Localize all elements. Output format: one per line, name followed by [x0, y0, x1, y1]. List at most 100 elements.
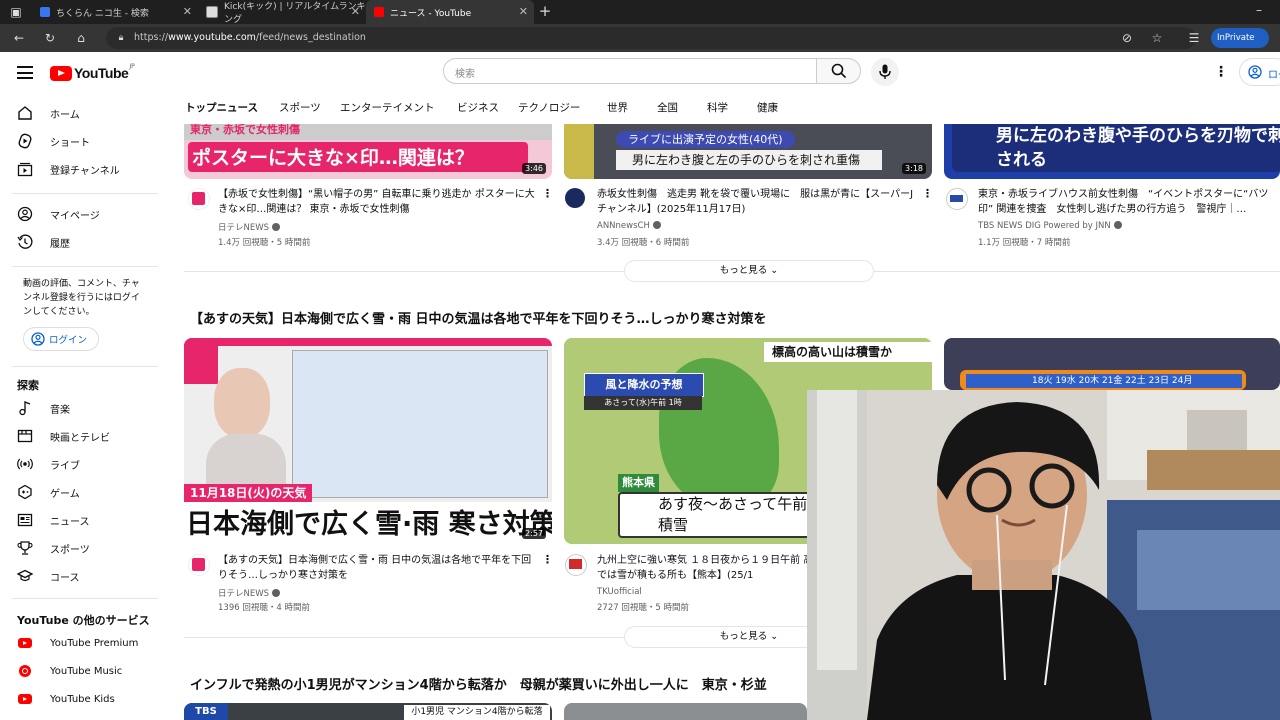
video-thumbnail[interactable]: TBS 小1男児 マンション4階から転落: [184, 703, 552, 720]
video-menu-icon[interactable]: ⋮: [922, 187, 933, 200]
channel-name[interactable]: TKUofficial: [597, 587, 642, 597]
sidebar-login-button[interactable]: ログイン: [23, 327, 99, 351]
new-tab-icon[interactable]: +: [538, 4, 552, 19]
sidebar-item-label: ニュース: [50, 516, 90, 528]
login-label: ログイン: [49, 335, 88, 346]
chip-entertainment[interactable]: エンターテイメント: [340, 100, 435, 115]
section-title[interactable]: インフルで発熱の小1男児がマンション4階から転落か 母親が薬買いに外出し一人に …: [190, 674, 767, 693]
sidebar-item-subscriptions[interactable]: 登録チャンネル: [0, 155, 166, 183]
chip-sports[interactable]: スポーツ: [279, 100, 321, 115]
video-title[interactable]: 【赤坂で女性刺傷】“黒い帽子の男” 自転車に乗り逃走か ポスターに大きな×印…関…: [218, 187, 538, 217]
verified-icon: [1113, 221, 1122, 229]
voice-search-button[interactable]: [871, 58, 899, 86]
video-thumbnail[interactable]: 11月18日(火)の天気 日本海側で広く雪·雨 寒さ対策を 2:57: [184, 338, 552, 544]
sidebar-divider: [12, 366, 158, 367]
sidebar-item-history[interactable]: 履歴: [0, 228, 166, 256]
refresh-icon[interactable]: ↻: [43, 31, 57, 45]
browser-address-bar: ← ↻ ⌂ 🔒︎ https://www.youtube.com/feed/ne…: [0, 24, 1280, 52]
tracking-prevention-icon[interactable]: ⊘: [1120, 31, 1134, 45]
video-thumbnail[interactable]: [564, 703, 807, 720]
account-circle-icon: [31, 332, 45, 346]
chip-top-news[interactable]: トップニュース: [185, 100, 258, 115]
sidebar-item-youtube-music[interactable]: YouTube Music: [0, 657, 166, 685]
sidebar-item-label: ホーム: [50, 109, 80, 121]
channel-name[interactable]: ANNnewsCH: [597, 221, 661, 231]
video-menu-icon[interactable]: ⋮: [542, 553, 553, 566]
back-icon[interactable]: ←: [12, 31, 26, 45]
video-thumbnail[interactable]: 東京・赤坂で女性刺傷 ポスターに大きな×印…関連は？ 3:46: [184, 124, 552, 179]
more-options-icon[interactable]: ⋮: [1214, 64, 1228, 80]
collections-icon[interactable]: ☰: [1187, 31, 1201, 45]
channel-avatar-tku[interactable]: [565, 554, 587, 576]
youtube-premium-icon: [17, 635, 33, 651]
webcam-overlay: [807, 390, 1280, 720]
shorts-icon: [17, 133, 33, 149]
browser-tab-search[interactable]: ちくらん ニコ生 - 検索 ✕: [32, 0, 198, 24]
home-button-icon[interactable]: ⌂: [74, 31, 88, 45]
sidebar-item-mypage[interactable]: マイページ: [0, 200, 166, 228]
sidebar-item-live[interactable]: ライブ: [0, 450, 166, 478]
chip-world[interactable]: 世界: [607, 100, 628, 115]
sidebar-item-gaming[interactable]: ゲーム: [0, 478, 166, 506]
channel-name[interactable]: TBS NEWS DIG Powered by JNN: [978, 221, 1122, 231]
search-button[interactable]: [816, 58, 861, 84]
show-more-button[interactable]: もっと見る ⌄: [624, 260, 874, 282]
webcam-image: [807, 390, 1280, 720]
thumbnail-headline: 男に左わき腹と左の手のひらを刺され重傷: [616, 150, 882, 170]
chip-business[interactable]: ビジネス: [457, 100, 499, 115]
sidebar-item-label: 履歴: [50, 238, 70, 250]
sidebar-item-home[interactable]: ホーム: [0, 99, 166, 127]
video-thumbnail[interactable]: 18火 19水 20木 21金 22土 23日 24月: [944, 338, 1280, 390]
browser-tab-youtube[interactable]: ニュース - YouTube ✕: [366, 0, 534, 24]
favorite-star-icon[interactable]: ☆: [1150, 31, 1164, 45]
channel-name[interactable]: 日テレNEWS: [218, 587, 281, 599]
video-menu-icon[interactable]: ⋮: [542, 187, 553, 200]
browser-tab-kick[interactable]: Kick(キック) | リアルタイムランキング ✕: [198, 0, 366, 25]
chip-health[interactable]: 健康: [757, 100, 778, 115]
video-duration: 2:57: [522, 528, 546, 539]
chip-technology[interactable]: テクノロジー: [518, 100, 580, 115]
tab-actions-icon[interactable]: ▣: [9, 5, 23, 19]
sidebar-item-shorts[interactable]: ショート: [0, 127, 166, 155]
explore-heading: 探索: [17, 379, 39, 392]
section-title[interactable]: 【あすの天気】日本海側で広く雪・雨 日中の気温は各地で平年を下回りそう…しっかり…: [190, 308, 767, 327]
youtube-logo[interactable]: YouTube JP: [50, 62, 140, 81]
sidebar-item-youtube-premium[interactable]: YouTube Premium: [0, 629, 166, 657]
verified-icon: [272, 223, 281, 231]
close-tab-icon[interactable]: ✕: [519, 5, 528, 18]
channel-avatar-ntv[interactable]: [188, 188, 210, 210]
sidebar-item-youtube-kids[interactable]: YouTube Kids: [0, 685, 166, 713]
sidebar-item-news[interactable]: ニュース: [0, 506, 166, 534]
login-button[interactable]: ログ: [1239, 58, 1280, 86]
channel-avatar-ntv[interactable]: [188, 554, 210, 576]
video-title[interactable]: 【あすの天気】日本海側で広く雪・雨 日中の気温は各地で平年を下回りそう…しっかり…: [218, 553, 538, 583]
sidebar-item-sports[interactable]: スポーツ: [0, 534, 166, 562]
video-thumbnail[interactable]: 男に左のわき腹や手のひらを刃物で刺される: [944, 124, 1280, 179]
video-title[interactable]: 赤坂女性刺傷 逃走男 靴を袋で覆い現場に 服は黒が青に【スーパーJチャンネル】(…: [597, 187, 915, 217]
minimize-icon[interactable]: –: [1252, 3, 1266, 17]
video-thumbnail[interactable]: ライブに出演予定の女性(40代) 男に左わき腹と左の手のひらを刺され重傷 3:1…: [564, 124, 932, 179]
hamburger-menu-icon[interactable]: [17, 66, 33, 79]
video-title[interactable]: 東京・赤坂ライブハウス前女性刺傷 “イベントポスターに“バツ印” 関連を捜査 女…: [978, 187, 1280, 217]
channel-avatar-tbs[interactable]: [946, 188, 968, 210]
video-duration: 3:46: [522, 163, 546, 174]
channel-name[interactable]: 日テレNEWS: [218, 221, 281, 233]
logo-region: JP: [129, 62, 135, 70]
close-tab-icon[interactable]: ✕: [351, 5, 360, 18]
logo-wordmark: YouTube: [74, 65, 129, 81]
chip-national[interactable]: 全国: [657, 100, 678, 115]
url-field[interactable]: 🔒︎ https://www.youtube.com/feed/news_des…: [106, 27, 1196, 49]
sidebar-item-courses[interactable]: コース: [0, 562, 166, 590]
search-input[interactable]: 検索: [443, 58, 817, 84]
chip-science[interactable]: 科学: [707, 100, 728, 115]
channel-avatar-ann[interactable]: [565, 188, 585, 208]
inprivate-badge[interactable]: InPrivate: [1211, 28, 1269, 48]
sidebar-divider: [12, 193, 158, 194]
close-tab-icon[interactable]: ✕: [183, 5, 192, 18]
sidebar-item-label: 映画とテレビ: [50, 432, 110, 444]
video-title[interactable]: 九州上空に強い寒気 １８日夜から１９日午前 高い山では雪が積もる所も【熊本】(2…: [597, 553, 837, 583]
tab-title: ニュース - YouTube: [390, 8, 472, 19]
search-placeholder: 検索: [455, 69, 475, 80]
sidebar-item-music[interactable]: 音楽: [0, 394, 166, 422]
sidebar-item-movies[interactable]: 映画とテレビ: [0, 422, 166, 450]
